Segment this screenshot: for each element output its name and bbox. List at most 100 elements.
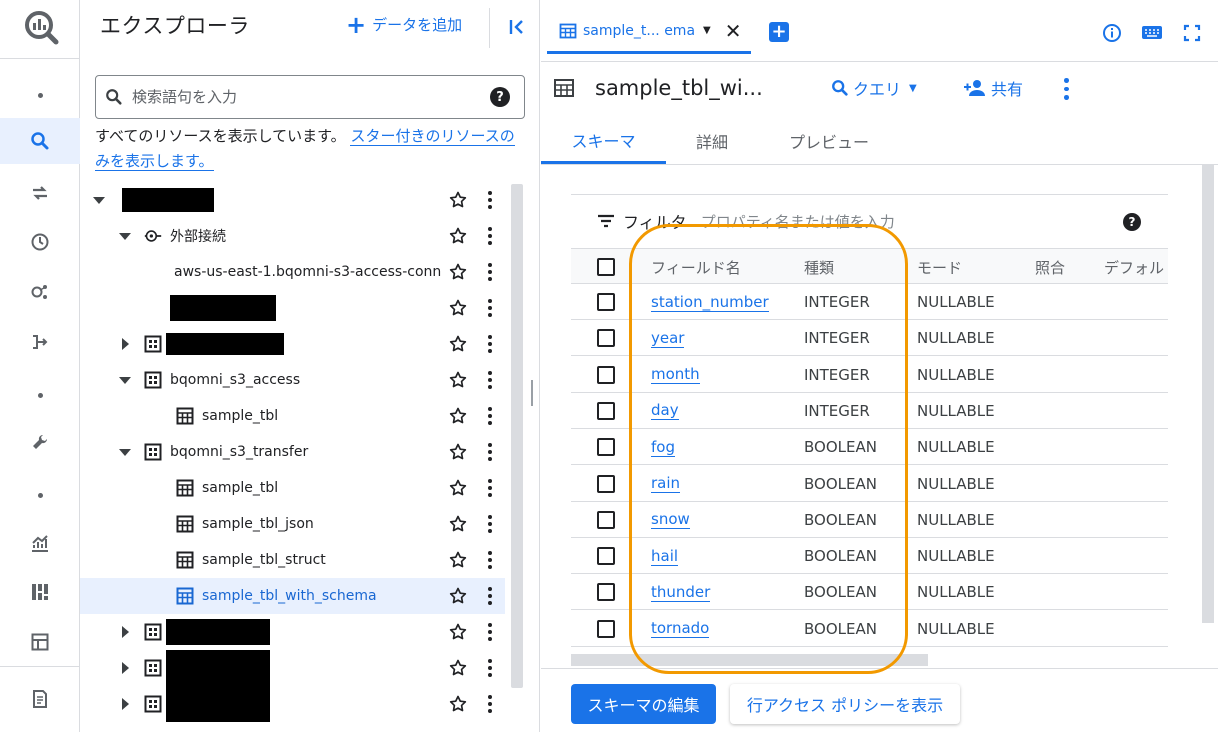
rail-item-monitoring[interactable] [0, 520, 80, 566]
star-icon[interactable] [448, 190, 468, 210]
field-name-cell[interactable]: day [651, 393, 679, 429]
tab-sample-table[interactable]: sample_t... ema ▼ ✕ [547, 10, 751, 54]
field-name-cell[interactable]: thunder [651, 574, 711, 610]
field-name-link[interactable]: month [651, 365, 700, 385]
tree-item-table[interactable]: sample_tbl [80, 470, 505, 506]
more-vert-icon[interactable] [482, 406, 498, 426]
row-checkbox[interactable] [597, 547, 615, 566]
collapse-panel-button[interactable] [504, 14, 530, 40]
expand-down-icon[interactable] [92, 193, 106, 207]
more-vert-icon[interactable] [482, 478, 498, 498]
field-name-link[interactable]: snow [651, 510, 690, 530]
field-name-link[interactable]: thunder [651, 583, 711, 602]
rail-item-table-view[interactable] [0, 619, 80, 665]
expand-right-icon[interactable] [118, 661, 132, 675]
tree-item-dataset[interactable] [80, 686, 505, 722]
row-checkbox[interactable] [597, 474, 615, 493]
tree-item-dataset[interactable]: bqomni_s3_access [80, 362, 505, 398]
help-icon[interactable]: ? [1123, 213, 1141, 231]
rail-item-scheduled[interactable] [0, 219, 80, 265]
star-icon[interactable] [448, 622, 468, 642]
select-all-checkbox[interactable] [597, 258, 615, 276]
row-checkbox[interactable] [597, 583, 615, 602]
field-name-cell[interactable]: rain [651, 466, 681, 502]
field-name-cell[interactable]: snow [651, 502, 690, 538]
tree-item-table[interactable]: sample_tbl [80, 398, 505, 434]
expand-right-icon[interactable] [118, 625, 132, 639]
expand-down-icon[interactable] [118, 229, 132, 243]
col-header-collation[interactable]: 照合 [1035, 249, 1065, 285]
more-vert-icon[interactable] [482, 298, 498, 318]
field-name-link[interactable]: hail [651, 547, 679, 566]
rail-item-dashboard[interactable] [0, 569, 80, 615]
row-checkbox[interactable] [597, 365, 615, 384]
field-name-link[interactable]: station_number [651, 293, 769, 312]
more-vert-icon[interactable] [482, 550, 498, 570]
expand-right-icon[interactable] [118, 697, 132, 711]
help-icon[interactable]: ? [490, 87, 510, 107]
panel-resize-handle[interactable] [530, 380, 535, 410]
star-icon[interactable] [448, 334, 468, 354]
rail-item-tools[interactable] [0, 419, 80, 465]
field-name-cell[interactable]: year [651, 320, 685, 356]
star-icon[interactable] [448, 694, 468, 714]
tree-item-dataset[interactable] [80, 326, 505, 362]
star-icon[interactable] [448, 550, 468, 570]
chevron-down-icon[interactable]: ▼ [703, 25, 711, 36]
field-name-cell[interactable]: station_number [651, 284, 769, 320]
row-checkbox[interactable] [597, 510, 615, 529]
search-input[interactable] [132, 88, 490, 106]
col-header-field-name[interactable]: フィールド名 [651, 249, 741, 285]
tree-item-connections[interactable]: 外部接続 [80, 218, 505, 254]
more-vert-icon[interactable] [482, 442, 498, 462]
star-icon[interactable] [448, 658, 468, 678]
bigquery-logo-icon[interactable] [22, 8, 60, 46]
more-vert-icon[interactable] [482, 334, 498, 354]
row-checkbox[interactable] [597, 293, 615, 311]
star-icon[interactable] [448, 586, 468, 606]
tree-item[interactable]: aws-us-east-1.bqomni-s3-access-conn [80, 254, 505, 290]
fullscreen-button[interactable] [1181, 22, 1203, 44]
rail-dot-2[interactable] [0, 372, 80, 418]
more-vert-icon[interactable] [482, 190, 498, 210]
star-icon[interactable] [448, 298, 468, 318]
field-name-cell[interactable]: tornado [651, 611, 710, 647]
tree-item-table[interactable]: sample_tbl_json [80, 506, 505, 542]
schema-horizontal-scrollbar[interactable] [571, 654, 928, 666]
more-vert-icon[interactable] [482, 622, 498, 642]
field-name-link[interactable]: tornado [651, 619, 710, 639]
keyboard-shortcuts-button[interactable] [1141, 22, 1163, 44]
add-data-button[interactable]: + データを追加 [346, 13, 462, 37]
more-vert-icon[interactable] [482, 658, 498, 678]
tab-preview[interactable]: プレビュー [758, 118, 900, 164]
field-name-cell[interactable]: month [651, 357, 700, 393]
field-name-link[interactable]: day [651, 401, 679, 421]
star-icon[interactable] [448, 442, 468, 462]
col-header-mode[interactable]: モード [917, 249, 962, 285]
more-vert-icon[interactable] [482, 226, 498, 246]
filter-input[interactable]: プロパティ名または値を入力 [701, 211, 895, 232]
row-checkbox[interactable] [597, 619, 615, 638]
view-row-access-policies-button[interactable]: 行アクセス ポリシーを表示 [730, 684, 960, 724]
tree-item-dataset[interactable]: bqomni_s3_transfer [80, 434, 505, 470]
rail-item-transfers[interactable] [0, 170, 80, 216]
more-vert-icon[interactable] [482, 370, 498, 390]
more-vert-icon[interactable] [482, 586, 498, 606]
field-name-link[interactable]: year [651, 329, 685, 348]
row-checkbox[interactable] [597, 329, 615, 348]
star-icon[interactable] [448, 478, 468, 498]
tree-item[interactable] [80, 182, 505, 218]
col-header-type[interactable]: 種類 [804, 249, 834, 285]
star-icon[interactable] [448, 514, 468, 534]
star-icon[interactable] [448, 262, 468, 282]
star-icon[interactable] [448, 226, 468, 246]
field-name-cell[interactable]: hail [651, 538, 679, 574]
row-checkbox[interactable] [597, 401, 615, 420]
tab-schema[interactable]: スキーマ [541, 118, 666, 164]
new-tab-button[interactable]: + [769, 22, 789, 42]
rail-item-search[interactable] [0, 118, 80, 164]
more-vert-icon[interactable] [482, 694, 498, 714]
field-name-link[interactable]: fog [651, 438, 675, 457]
tree-item-dataset[interactable] [80, 614, 505, 650]
star-icon[interactable] [448, 406, 468, 426]
